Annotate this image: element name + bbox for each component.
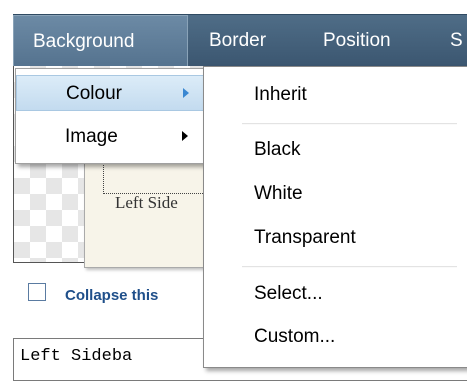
text-field-value: Left Sideba (20, 347, 133, 366)
colour-option-transparent[interactable]: Transparent (254, 227, 356, 249)
tab-background[interactable]: Background (13, 15, 188, 67)
colour-option-custom[interactable]: Custom... (254, 326, 335, 348)
tab-border[interactable]: Border (209, 15, 266, 67)
colour-submenu: Inherit Black White Transparent Select..… (203, 66, 467, 368)
menu-item-colour-label: Colour (66, 83, 122, 104)
menubar: Background Border Position S (13, 14, 467, 67)
tab-position[interactable]: Position (323, 15, 391, 67)
submenu-arrow-icon (182, 131, 188, 141)
submenu-arrow-icon (183, 88, 189, 98)
menu-separator (242, 123, 457, 125)
colour-option-inherit[interactable]: Inherit (254, 84, 307, 106)
menu-separator (242, 266, 457, 268)
collapse-checkbox[interactable] (28, 283, 46, 301)
sidebar-preview-text: Left Side (115, 193, 178, 212)
colour-option-white[interactable]: White (254, 183, 303, 205)
menu-item-image-label: Image (65, 126, 118, 147)
colour-option-select[interactable]: Select... (254, 283, 323, 305)
menu-item-colour[interactable]: Colour (16, 75, 204, 111)
collapse-label[interactable]: Collapse this (65, 287, 158, 304)
colour-option-black[interactable]: Black (254, 139, 300, 161)
menu-item-image[interactable]: Image (16, 119, 204, 155)
tab-s[interactable]: S (450, 15, 463, 67)
background-menu: Colour Image (15, 68, 205, 164)
